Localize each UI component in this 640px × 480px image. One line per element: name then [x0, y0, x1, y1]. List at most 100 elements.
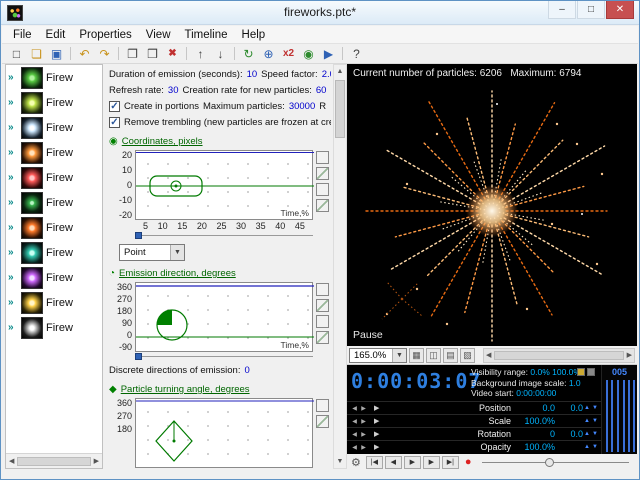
graph-option-button[interactable]: [316, 167, 329, 180]
tree-item-firework-3[interactable]: » Firew: [6, 115, 102, 140]
tree-item-firework-6[interactable]: » Firew: [6, 190, 102, 215]
delete-icon[interactable]: ✖: [163, 45, 182, 62]
opacity-value[interactable]: 100.0%: [517, 442, 555, 452]
open-icon[interactable]: ❏: [27, 45, 46, 62]
tree-item-firework-7[interactable]: » Firew: [6, 215, 102, 240]
spin-up-icon[interactable]: ▲: [583, 445, 591, 450]
graph-option-button[interactable]: [316, 299, 329, 312]
scroll-left-icon[interactable]: ◀: [486, 351, 491, 359]
scroll-thumb[interactable]: [17, 457, 90, 466]
undo-icon[interactable]: ↶: [75, 45, 94, 62]
scroll-up-icon[interactable]: ▲: [334, 65, 346, 78]
keyframe-tracks[interactable]: 005: [601, 365, 637, 454]
scroll-down-icon[interactable]: ▼: [334, 455, 346, 468]
menu-timeline[interactable]: Timeline: [178, 28, 235, 42]
slider-handle[interactable]: [135, 232, 142, 239]
coordinates-range-slider[interactable]: [135, 231, 313, 240]
tree-item-firework-4[interactable]: » Firew: [6, 140, 102, 165]
tree-item-firework-8[interactable]: » Firew: [6, 240, 102, 265]
scroll-thumb[interactable]: [335, 80, 345, 138]
tree-item-firework-5[interactable]: » Firew: [6, 165, 102, 190]
prev-key-icon[interactable]: ◀: [350, 444, 359, 451]
tree-item-firework-1[interactable]: » Firew: [6, 65, 102, 90]
graph-option-button[interactable]: [316, 331, 329, 344]
wrench-icon[interactable]: ⚙: [351, 456, 361, 469]
turning-angle-link[interactable]: Particle turning angle, degrees: [121, 384, 250, 395]
graph-option-button[interactable]: [316, 183, 329, 196]
rotate-icon[interactable]: ↻: [239, 45, 258, 62]
menu-file[interactable]: File: [6, 28, 39, 42]
position-x-value[interactable]: 0.0: [517, 403, 555, 413]
prev-key-icon[interactable]: ◀: [350, 405, 359, 412]
redo-icon[interactable]: ↷: [95, 45, 114, 62]
snapshot-icon[interactable]: ◉: [299, 45, 318, 62]
background-icon[interactable]: ◫: [426, 348, 441, 363]
video-icon[interactable]: ▶: [319, 45, 338, 62]
next-key-icon[interactable]: ▶: [359, 431, 368, 438]
timeline-position-slider[interactable]: [482, 456, 633, 469]
tree-item-firework-2[interactable]: » Firew: [6, 90, 102, 115]
bg-scale-value[interactable]: 1.0: [569, 378, 581, 388]
graph-option-button[interactable]: [316, 399, 329, 412]
speed-factor-value[interactable]: 2.0: [322, 69, 331, 80]
menu-properties[interactable]: Properties: [72, 28, 138, 42]
maximize-button[interactable]: □: [577, 1, 605, 19]
next-frame-icon[interactable]: ▶: [423, 456, 440, 469]
move-down-icon[interactable]: ↓: [211, 45, 230, 62]
save-icon[interactable]: ▣: [47, 45, 66, 62]
menu-edit[interactable]: Edit: [39, 28, 73, 42]
record-icon[interactable]: ●: [465, 456, 472, 469]
spin-up-icon[interactable]: ▲: [583, 432, 591, 437]
graph-option-button[interactable]: [316, 151, 329, 164]
menu-help[interactable]: Help: [235, 28, 273, 42]
coordinates-link[interactable]: Coordinates, pixels: [122, 136, 203, 147]
grid-icon[interactable]: ▤: [443, 348, 458, 363]
position-y-value[interactable]: 0.0: [555, 403, 583, 413]
spin-up-icon[interactable]: ▲: [583, 406, 591, 411]
copy-icon[interactable]: ❐: [123, 45, 142, 62]
turning-plot[interactable]: [135, 398, 313, 468]
tree-item-firework-10[interactable]: » Firew: [6, 290, 102, 315]
first-frame-icon[interactable]: |◀: [366, 456, 383, 469]
visibility-low[interactable]: 0.0%: [530, 367, 549, 377]
next-key-icon[interactable]: ▶: [359, 418, 368, 425]
scroll-right-icon[interactable]: ▶: [94, 457, 99, 465]
play-icon[interactable]: ▶: [404, 456, 421, 469]
fit-view-icon[interactable]: ▦: [409, 348, 424, 363]
rotation-value-2[interactable]: 0.0: [555, 429, 583, 439]
scroll-left-icon[interactable]: ◀: [9, 457, 14, 465]
remove-trembling-checkbox[interactable]: ✓: [109, 117, 120, 128]
graph-option-button[interactable]: [316, 415, 329, 428]
new-icon[interactable]: □: [7, 45, 26, 62]
spin-up-icon[interactable]: ▲: [583, 419, 591, 424]
move-up-icon[interactable]: ↑: [191, 45, 210, 62]
last-frame-icon[interactable]: ▶|: [442, 456, 459, 469]
refresh-rate-value[interactable]: 30: [168, 85, 179, 96]
discrete-directions-value[interactable]: 0: [244, 365, 249, 376]
prev-key-icon[interactable]: ◀: [350, 431, 359, 438]
tree-item-firework-11[interactable]: » Firew: [6, 315, 102, 340]
next-key-icon[interactable]: ▶: [359, 444, 368, 451]
lock-icon[interactable]: [587, 368, 595, 376]
prev-key-icon[interactable]: ◀: [350, 418, 359, 425]
scale-value[interactable]: 100.0%: [517, 416, 555, 426]
minimize-button[interactable]: –: [548, 1, 576, 19]
create-in-portions-checkbox[interactable]: ✓: [109, 101, 120, 112]
prev-frame-icon[interactable]: ◀: [385, 456, 402, 469]
menu-view[interactable]: View: [139, 28, 178, 42]
emitter-type-dropdown[interactable]: Point ▼: [119, 244, 185, 261]
video-start-value[interactable]: 0:00:00:00: [516, 388, 556, 398]
tree-item-firework-9[interactable]: » Firew: [6, 265, 102, 290]
transform-icon[interactable]: ⊕: [259, 45, 278, 62]
slider-handle[interactable]: [135, 353, 142, 360]
slider-handle[interactable]: [545, 458, 554, 467]
spin-down-icon[interactable]: ▼: [591, 406, 599, 411]
max-particles-value[interactable]: 30000: [289, 101, 315, 112]
emission-plot[interactable]: Time,%: [135, 282, 313, 352]
tree-horizontal-scrollbar[interactable]: ◀ ▶: [6, 453, 102, 468]
creation-rate-value[interactable]: 60: [316, 85, 327, 96]
scroll-thumb[interactable]: [494, 351, 623, 360]
next-key-icon[interactable]: ▶: [359, 405, 368, 412]
preview-viewport[interactable]: Current number of particles: 6206 Maximu…: [347, 64, 637, 346]
paste-icon[interactable]: ❒: [143, 45, 162, 62]
